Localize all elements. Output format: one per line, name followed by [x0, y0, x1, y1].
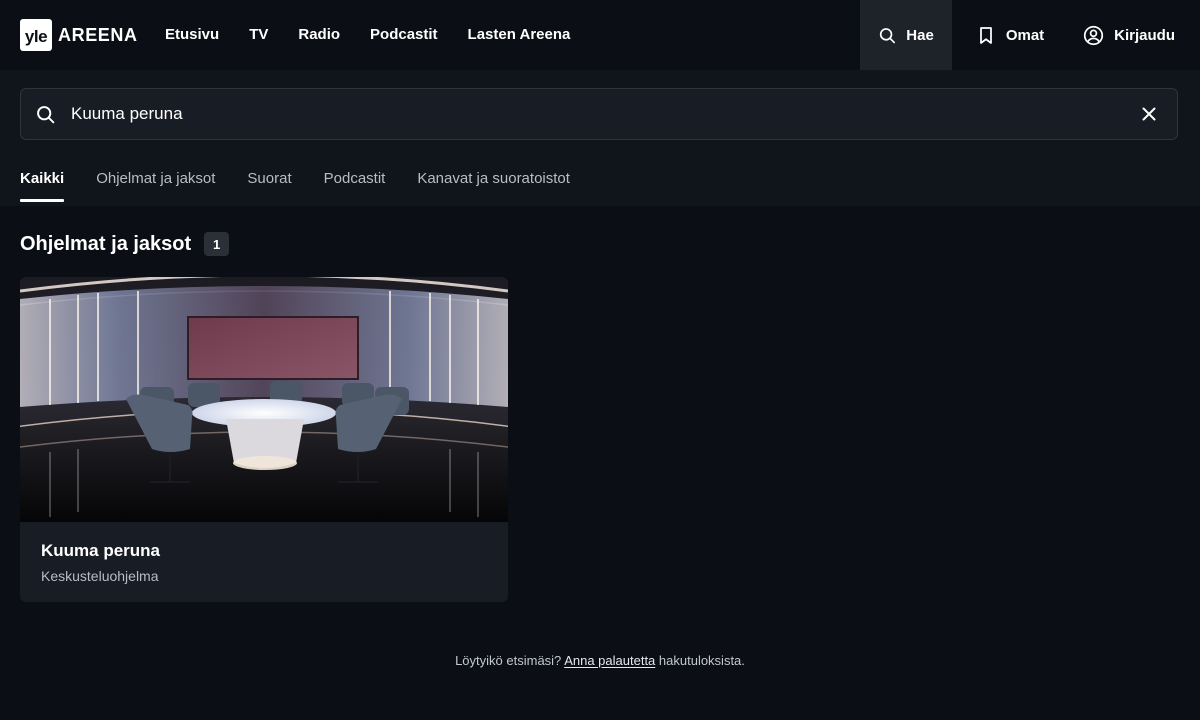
nav-radio[interactable]: Radio	[283, 0, 355, 70]
search-icon	[879, 27, 895, 43]
yle-areena-logo[interactable]: yle AREENA	[20, 19, 138, 51]
omat-nav-label: Omat	[1005, 26, 1045, 44]
areena-wordmark: AREENA	[58, 24, 138, 45]
bookmark-icon	[979, 26, 992, 44]
nav-etusivu[interactable]: Etusivu	[150, 0, 234, 70]
result-subtitle: Keskusteluohjelma	[41, 568, 159, 584]
login-nav-button[interactable]: Kirjaudu	[1065, 0, 1200, 70]
tab-podcastit[interactable]: Podcastit	[324, 170, 386, 202]
result-card[interactable]: Kuuma peruna Keskusteluohjelma	[20, 277, 508, 602]
yle-logo-mark: yle	[20, 19, 52, 51]
omat-nav-button[interactable]: Omat	[952, 0, 1065, 70]
feedback-prompt: Löytyikö etsimäsi? Anna palautetta hakut…	[0, 653, 1200, 668]
feedback-link[interactable]: Anna palautetta	[564, 653, 655, 668]
result-title: Kuuma peruna	[41, 541, 161, 560]
result-count-badge: 1	[204, 232, 230, 256]
top-navigation: yle AREENA Etusivu TV Radio Podcastit La…	[0, 0, 1200, 70]
nav-lasten-areena[interactable]: Lasten Areena	[453, 0, 586, 70]
user-circle-icon	[1084, 25, 1104, 45]
login-nav-label: Kirjaudu	[1114, 26, 1175, 44]
search-icon	[37, 106, 55, 124]
feedback-question: Löytyikö etsimäsi?	[455, 653, 562, 668]
program-thumbnail	[20, 277, 508, 522]
results-section-header: Ohjelmat ja jaksot 1	[20, 232, 230, 256]
search-filter-tabs: Kaikki Ohjelmat ja jaksot Suorat Podcast…	[20, 170, 602, 206]
feedback-suffix: hakutuloksista.	[658, 653, 745, 668]
tab-suorat[interactable]: Suorat	[247, 170, 291, 202]
main-nav: Etusivu TV Radio Podcastit Lasten Areena	[150, 0, 585, 70]
search-nav-button[interactable]: Hae	[859, 0, 952, 70]
nav-podcastit[interactable]: Podcastit	[355, 0, 453, 70]
account-nav: Hae Omat Kirjaudu	[859, 0, 1200, 70]
tab-kaikki[interactable]: Kaikki	[20, 170, 65, 202]
close-icon[interactable]	[1139, 104, 1159, 124]
tab-ohjelmat-ja-jaksot[interactable]: Ohjelmat ja jaksot	[96, 170, 215, 202]
search-nav-label: Hae	[906, 26, 934, 44]
search-panel: Kaikki Ohjelmat ja jaksot Suorat Podcast…	[0, 70, 1200, 206]
tab-kanavat-ja-suoratoistot[interactable]: Kanavat ja suoratoistot	[417, 170, 570, 202]
search-input[interactable]	[71, 89, 1121, 139]
nav-tv[interactable]: TV	[234, 0, 283, 70]
section-title: Ohjelmat ja jaksot	[20, 232, 192, 255]
search-box	[20, 88, 1178, 140]
